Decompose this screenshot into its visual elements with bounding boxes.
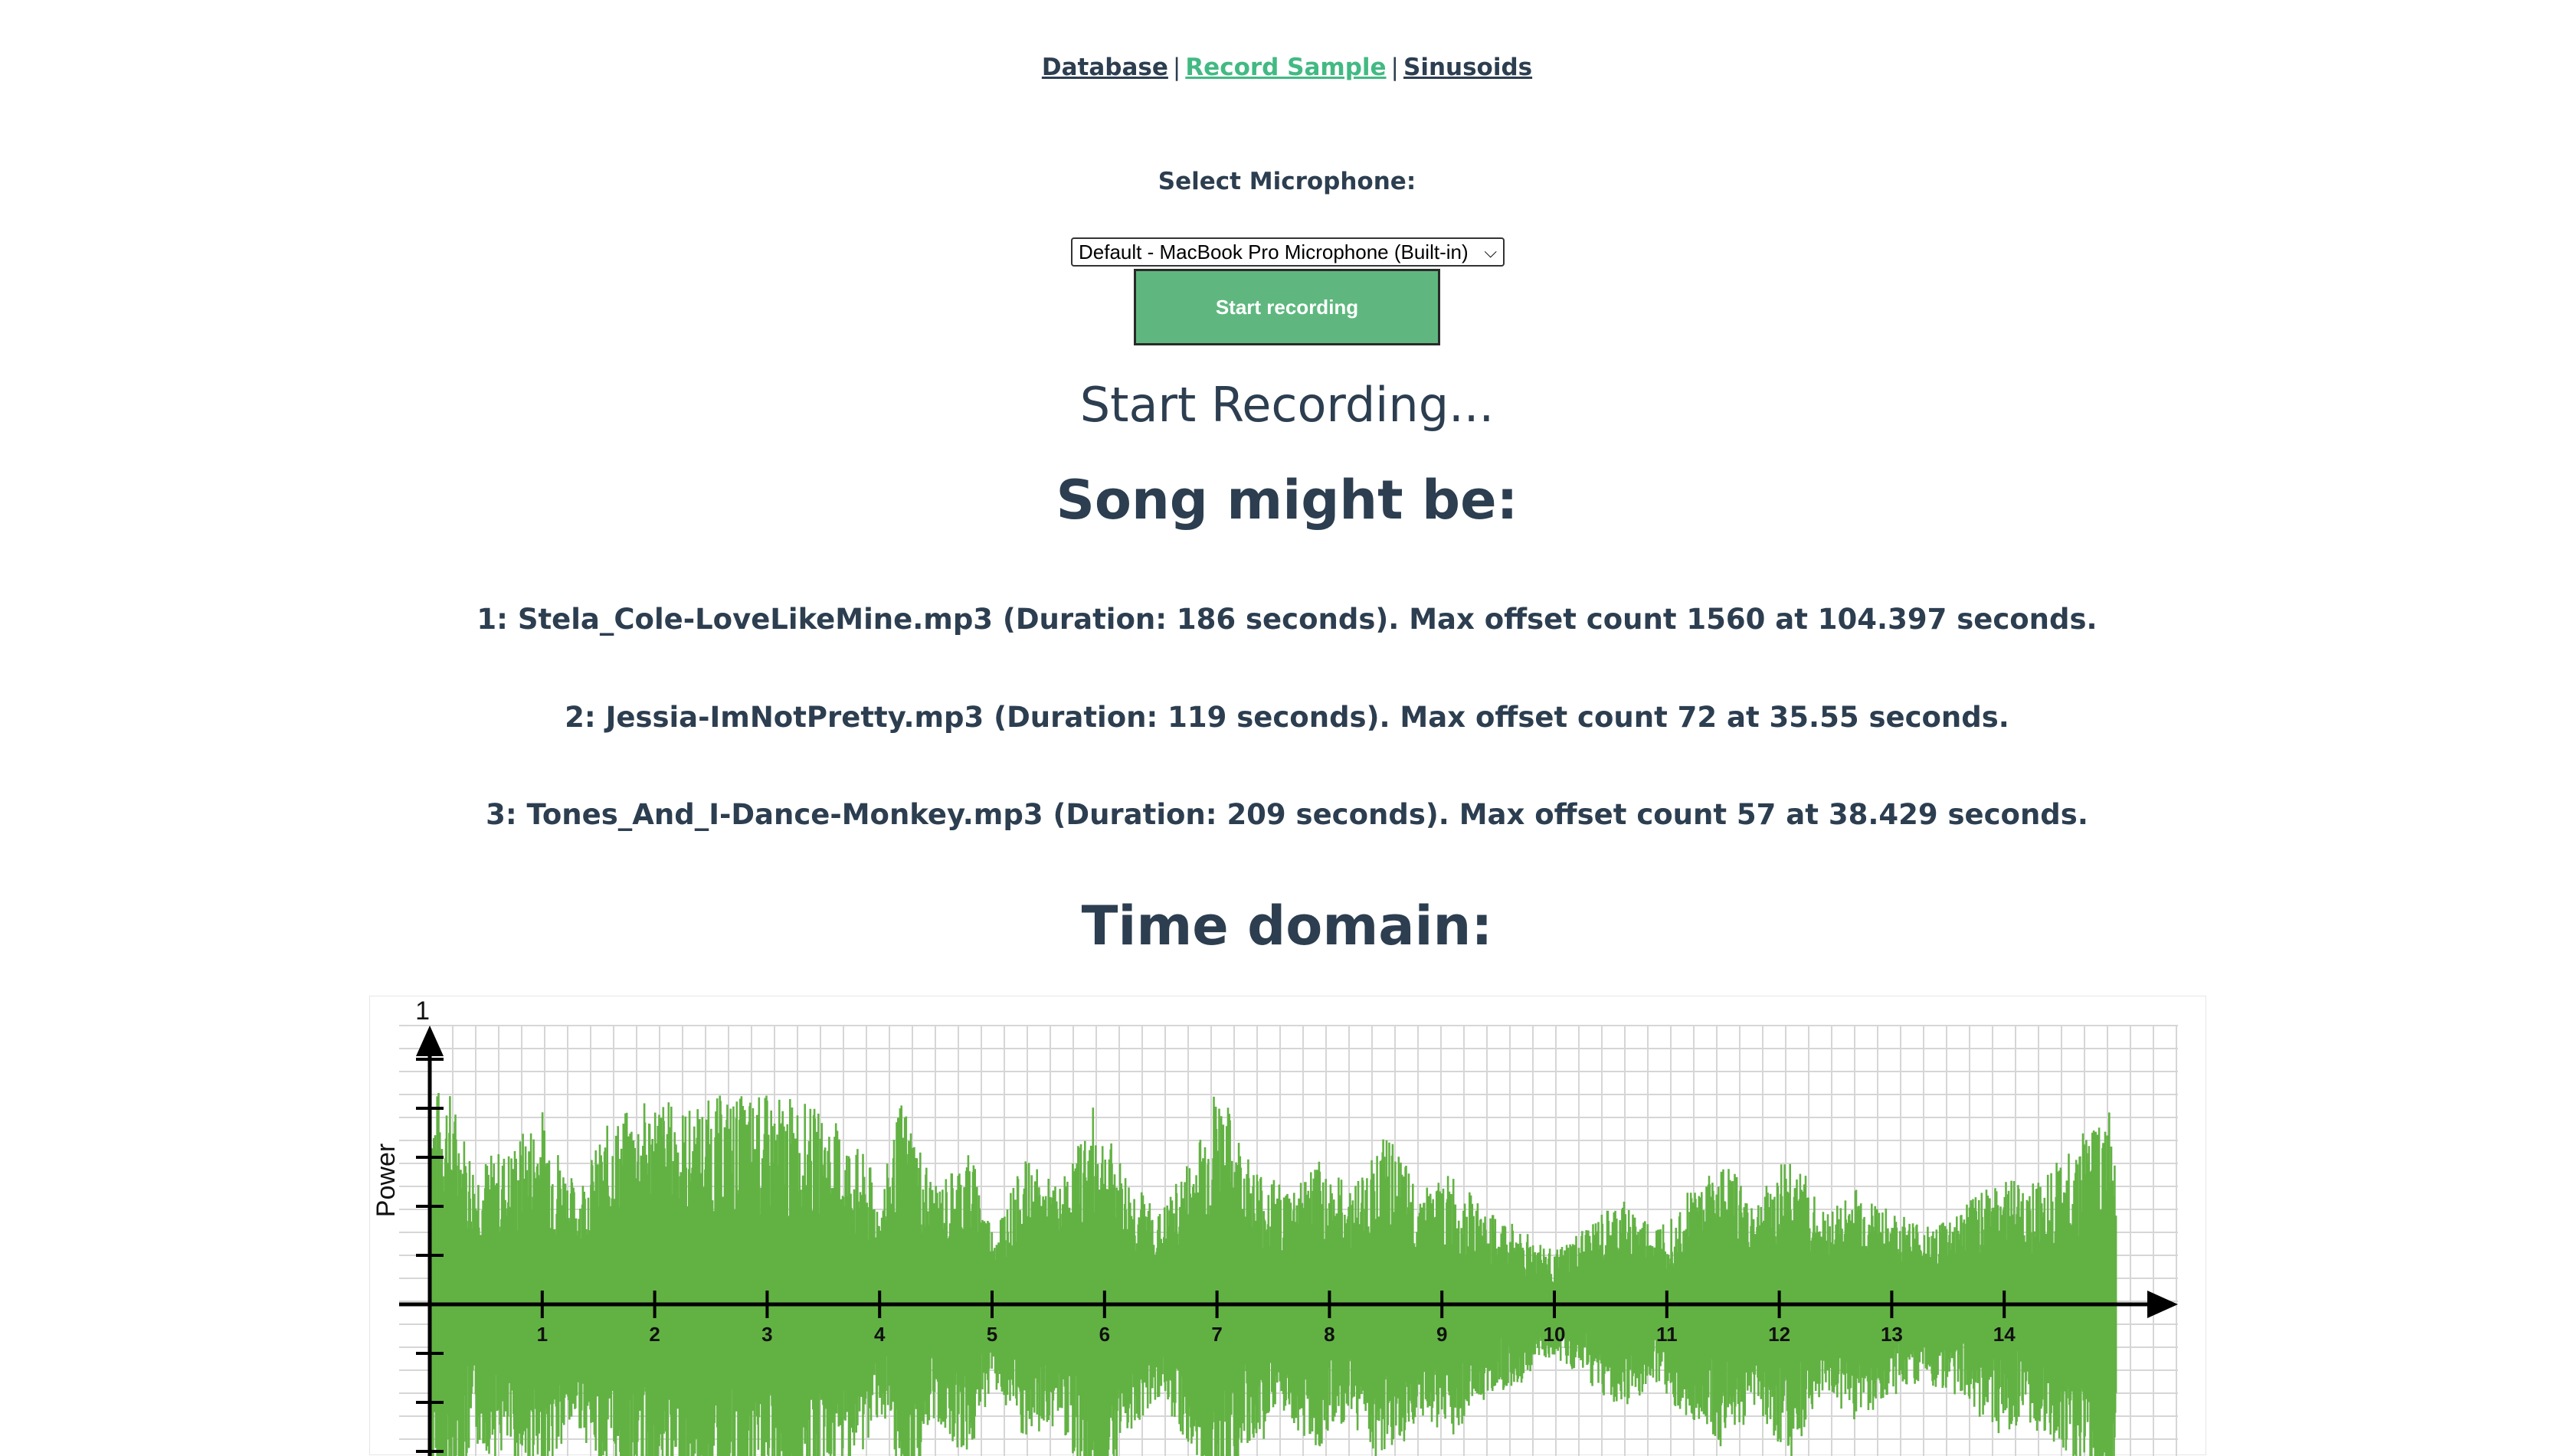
- start-recording-button[interactable]: Start recording: [1134, 269, 1440, 345]
- select-microphone-label: Select Microphone:: [1158, 168, 1416, 195]
- x-tick-label: 13: [1881, 1323, 1903, 1346]
- waveform-series: [428, 1093, 2117, 1456]
- result-item: 2: Jessia-ImNotPretty.mp3 (Duration: 119…: [565, 701, 2009, 734]
- start-recording-button-label: Start recording: [1215, 295, 1359, 319]
- x-tick-label: 5: [987, 1323, 997, 1346]
- y-axis-arrow-icon: [416, 1026, 444, 1056]
- x-tick-label: 14: [1993, 1323, 2016, 1346]
- results-heading: Song might be:: [1056, 469, 1518, 532]
- x-tick-label: 10: [1544, 1323, 1566, 1346]
- x-tick-label: 12: [1768, 1323, 1790, 1346]
- result-item: 1: Stela_Cole-LoveLikeMine.mp3 (Duration…: [476, 603, 2098, 636]
- x-tick-label: 9: [1436, 1323, 1447, 1346]
- y-axis-top-label: 1: [415, 996, 430, 1026]
- microphone-select-value: Default - MacBook Pro Microphone (Built-…: [1079, 240, 1469, 263]
- nav-link-sinusoids[interactable]: Sinusoids: [1403, 54, 1532, 81]
- x-tick-label: 2: [649, 1323, 660, 1346]
- result-item: 3: Tones_And_I-Dance-Monkey.mp3 (Duratio…: [486, 798, 2088, 831]
- microphone-select[interactable]: Default - MacBook Pro Microphone (Built-…: [1071, 237, 1505, 267]
- nav-link-database[interactable]: Database: [1042, 54, 1168, 81]
- x-axis-arrow-icon: [2147, 1291, 2178, 1318]
- waveform: [428, 1093, 2117, 1456]
- x-tick-label: 7: [1211, 1323, 1222, 1346]
- x-tick-label: 4: [874, 1323, 886, 1346]
- x-tick-label: 8: [1324, 1323, 1334, 1346]
- x-tick-label: 11: [1656, 1323, 1678, 1346]
- chevron-down-icon: ⌵: [1484, 242, 1497, 261]
- time-domain-heading: Time domain:: [1081, 895, 1493, 957]
- top-nav: Database | Record Sample | Sinusoids: [0, 54, 2574, 81]
- nav-link-record-sample[interactable]: Record Sample: [1185, 54, 1386, 81]
- recording-status-text: Start Recording...: [1079, 377, 1495, 433]
- x-tick-label: 6: [1099, 1323, 1110, 1346]
- y-axis-label: Power: [372, 1144, 401, 1217]
- nav-separator: |: [1172, 54, 1181, 81]
- time-domain-chart: 1 2 3 4 5 6 7 8 9 10 11 12 13 14 Power 1: [369, 996, 2206, 1456]
- nav-separator: |: [1390, 54, 1399, 81]
- time-domain-chart-svg: 1 2 3 4 5 6 7 8 9 10 11 12 13 14 Power 1: [372, 996, 2178, 1456]
- x-tick-label: 1: [537, 1323, 548, 1346]
- x-tick-label: 3: [761, 1323, 772, 1346]
